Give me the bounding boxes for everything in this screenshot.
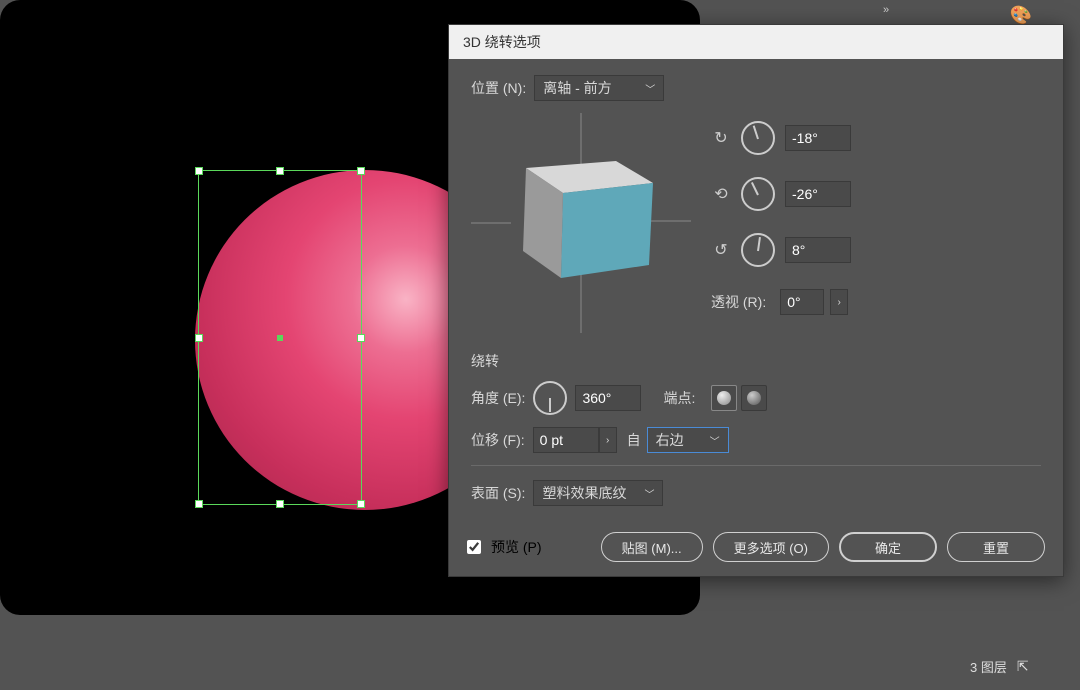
offset-stepper[interactable]: › — [599, 427, 617, 453]
handle-bottom-right[interactable] — [357, 500, 365, 508]
preview-label[interactable]: 预览 (P) — [491, 537, 542, 557]
rotate-y-icon: ⟲ — [711, 184, 731, 204]
angle-input[interactable]: 360° — [575, 385, 641, 411]
cube-preview-widget[interactable] — [471, 113, 691, 333]
handle-bottom-middle[interactable] — [276, 500, 284, 508]
revolve-section-title: 绕转 — [471, 351, 1041, 371]
chevron-down-icon: ﹀ — [710, 433, 720, 448]
handle-top-middle[interactable] — [276, 167, 284, 175]
rotate-z-icon: ↺ — [711, 240, 731, 260]
surface-select[interactable]: 塑料效果底纹 ﹀ — [533, 480, 663, 506]
preview-checkbox[interactable] — [467, 540, 481, 554]
position-value: 离轴 - 前方 — [543, 78, 611, 98]
divider — [471, 465, 1041, 466]
panel-collapse-icon[interactable]: » — [877, 0, 895, 20]
chevron-down-icon: ﹀ — [644, 486, 654, 501]
cap-label: 端点: — [663, 388, 695, 408]
position-label: 位置 (N): — [471, 78, 526, 98]
rotate-x-dial[interactable] — [741, 121, 775, 155]
reset-button[interactable]: 重置 — [947, 532, 1045, 562]
dialog-title-bar[interactable]: 3D 绕转选项 — [449, 25, 1063, 59]
chevron-down-icon: ﹀ — [645, 81, 655, 96]
perspective-input[interactable]: 0° — [780, 289, 824, 315]
handle-middle-right[interactable] — [357, 334, 365, 342]
position-select[interactable]: 离轴 - 前方 ﹀ — [534, 75, 664, 101]
handle-top-right[interactable] — [357, 167, 365, 175]
from-label: 自 — [627, 430, 641, 450]
perspective-stepper[interactable]: › — [830, 289, 848, 315]
status-bar-area — [0, 615, 700, 690]
surface-label: 表面 (S): — [471, 483, 525, 503]
angle-dial[interactable] — [533, 381, 567, 415]
from-value: 右边 — [656, 430, 684, 450]
cap-hollow-button[interactable] — [741, 385, 767, 411]
handle-center[interactable] — [277, 335, 283, 341]
layers-count: 3 图层 — [970, 657, 1007, 676]
rotate-x-icon: ↻ — [711, 128, 731, 148]
handle-top-left[interactable] — [195, 167, 203, 175]
offset-input[interactable]: 0 pt — [533, 427, 599, 453]
map-art-button[interactable]: 贴图 (M)... — [601, 532, 703, 562]
dialog-title: 3D 绕转选项 — [463, 32, 541, 52]
color-panel-icon[interactable]: 🎨 — [1010, 5, 1032, 26]
revolve-options-dialog: 3D 绕转选项 位置 (N): 离轴 - 前方 ﹀ — [448, 24, 1064, 577]
angle-label: 角度 (E): — [471, 388, 525, 408]
offset-label: 位移 (F): — [471, 430, 525, 450]
from-select[interactable]: 右边 ﹀ — [647, 427, 729, 453]
ok-button[interactable]: 确定 — [839, 532, 937, 562]
rotate-x-input[interactable]: -18° — [785, 125, 851, 151]
surface-value: 塑料效果底纹 — [542, 483, 626, 503]
more-options-button[interactable]: 更多选项 (O) — [713, 532, 829, 562]
perspective-label: 透视 (R): — [711, 292, 766, 312]
rotate-z-input[interactable]: 8° — [785, 237, 851, 263]
handle-middle-left[interactable] — [195, 334, 203, 342]
selection-bounds[interactable] — [198, 170, 362, 505]
rotate-y-input[interactable]: -26° — [785, 181, 851, 207]
cap-solid-button[interactable] — [711, 385, 737, 411]
rotate-z-dial[interactable] — [741, 233, 775, 267]
handle-bottom-left[interactable] — [195, 500, 203, 508]
rotate-y-dial[interactable] — [741, 177, 775, 211]
popout-icon[interactable]: ⇱ — [1017, 658, 1029, 675]
